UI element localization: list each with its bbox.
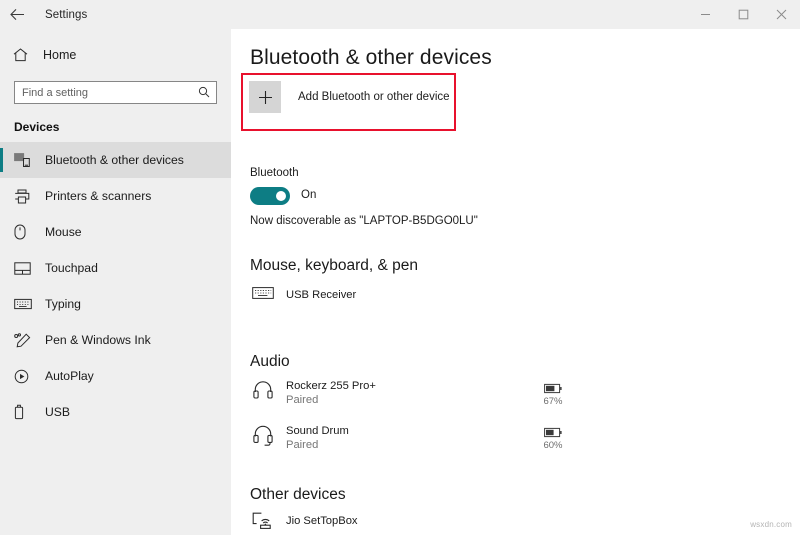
device-row-usb-receiver[interactable]: USB Receiver [250, 285, 356, 303]
keyboard-icon [14, 298, 34, 310]
device-name: Jio SetTopBox [286, 515, 358, 527]
window-controls [686, 0, 800, 29]
search-box[interactable] [14, 81, 217, 104]
sidebar-item-touchpad[interactable]: Touchpad [0, 250, 231, 286]
close-button[interactable] [762, 0, 800, 29]
mouse-icon [14, 224, 34, 240]
sidebar-item-typing[interactable]: Typing [0, 286, 231, 322]
back-arrow-icon[interactable] [0, 0, 34, 29]
sidebar-item-label: Printers & scanners [45, 189, 152, 203]
sidebar-item-usb[interactable]: USB [0, 394, 231, 430]
sidebar-item-printers-scanners[interactable]: Printers & scanners [0, 178, 231, 214]
device-status: Paired [286, 394, 319, 406]
usb-icon [14, 404, 34, 420]
battery-icon [536, 381, 570, 395]
battery-indicator-rockerz: 67% [536, 381, 570, 407]
content-area: Bluetooth & other devices Add Bluetooth … [231, 29, 800, 535]
maximize-button[interactable] [724, 0, 762, 29]
device-name: Rockerz 255 Pro+ [286, 380, 376, 392]
search-input[interactable] [15, 82, 185, 103]
search-wrapper [0, 68, 231, 104]
bluetooth-devices-icon [14, 153, 34, 167]
sidebar-item-label: AutoPlay [45, 369, 94, 383]
battery-percent: 67% [543, 396, 563, 407]
bluetooth-toggle-knob [276, 191, 286, 201]
add-bluetooth-device-button[interactable]: Add Bluetooth or other device [249, 81, 450, 113]
home-icon [13, 48, 32, 62]
sidebar-item-label: Mouse [45, 225, 82, 239]
sidebar-item-label: Touchpad [45, 261, 98, 275]
bluetooth-toggle[interactable] [250, 187, 290, 205]
sidebar-item-bluetooth-other-devices[interactable]: Bluetooth & other devices [0, 142, 231, 178]
device-row-rockerz-255-pro[interactable]: Rockerz 255 Pro+ Paired [250, 379, 376, 408]
group-title-audio: Audio [250, 353, 290, 370]
add-bluetooth-device-label: Add Bluetooth or other device [298, 91, 450, 103]
device-text: USB Receiver [286, 285, 356, 303]
bluetooth-toggle-state: On [301, 189, 317, 201]
bluetooth-label: Bluetooth [250, 167, 299, 179]
sidebar-item-label: Bluetooth & other devices [45, 153, 184, 167]
title-bar-left: Settings [0, 0, 87, 29]
headphones-icon [250, 379, 276, 399]
plus-icon [249, 81, 281, 113]
watermark: wsxdn.com [750, 520, 792, 529]
sidebar-section-label: Devices [14, 120, 60, 134]
title-bar: Settings [0, 0, 800, 29]
touchpad-icon [14, 261, 34, 275]
discoverable-text: Now discoverable as "LAPTOP-B5DGO0LU" [250, 215, 478, 227]
battery-icon [536, 425, 570, 439]
search-icon[interactable] [198, 86, 210, 98]
sidebar-item-home[interactable]: Home [0, 42, 231, 68]
sidebar-item-mouse[interactable]: Mouse [0, 214, 231, 250]
device-row-jio-settopbox[interactable]: Jio SetTopBox [250, 511, 358, 529]
group-title-mouse-keyboard-pen: Mouse, keyboard, & pen [250, 257, 419, 274]
headset-icon [250, 424, 276, 446]
sidebar-item-autoplay[interactable]: AutoPlay [0, 358, 231, 394]
device-text: Rockerz 255 Pro+ Paired [286, 379, 376, 408]
autoplay-icon [14, 369, 34, 384]
sidebar-nav: Bluetooth & other devices Printers & sca… [0, 142, 231, 430]
minimize-button[interactable] [686, 0, 724, 29]
battery-percent: 60% [543, 440, 563, 451]
sidebar-item-home-label: Home [43, 48, 77, 62]
device-status: Paired [286, 439, 319, 451]
settopbox-icon [250, 511, 276, 529]
sidebar-item-pen-windows-ink[interactable]: Pen & Windows Ink [0, 322, 231, 358]
sidebar-item-label: Pen & Windows Ink [45, 333, 151, 347]
device-text: Jio SetTopBox [286, 511, 358, 529]
pen-icon [14, 332, 34, 348]
battery-indicator-sound-drum: 60% [536, 425, 570, 451]
sidebar-item-label: USB [45, 405, 71, 419]
device-row-sound-drum[interactable]: Sound Drum Paired [250, 424, 349, 453]
device-name: USB Receiver [286, 289, 357, 301]
device-text: Sound Drum Paired [286, 424, 349, 453]
sidebar-item-label: Typing [45, 297, 81, 311]
page-title: Bluetooth & other devices [250, 46, 492, 69]
settings-window: Settings Home Find a setting Devices Blu… [0, 0, 800, 535]
group-title-other-devices: Other devices [250, 486, 346, 503]
app-title: Settings [45, 8, 88, 21]
sidebar: Home Devices [0, 29, 231, 535]
keyboard-device-icon [250, 285, 276, 300]
printer-icon [14, 189, 34, 204]
device-name: Sound Drum [286, 425, 349, 437]
